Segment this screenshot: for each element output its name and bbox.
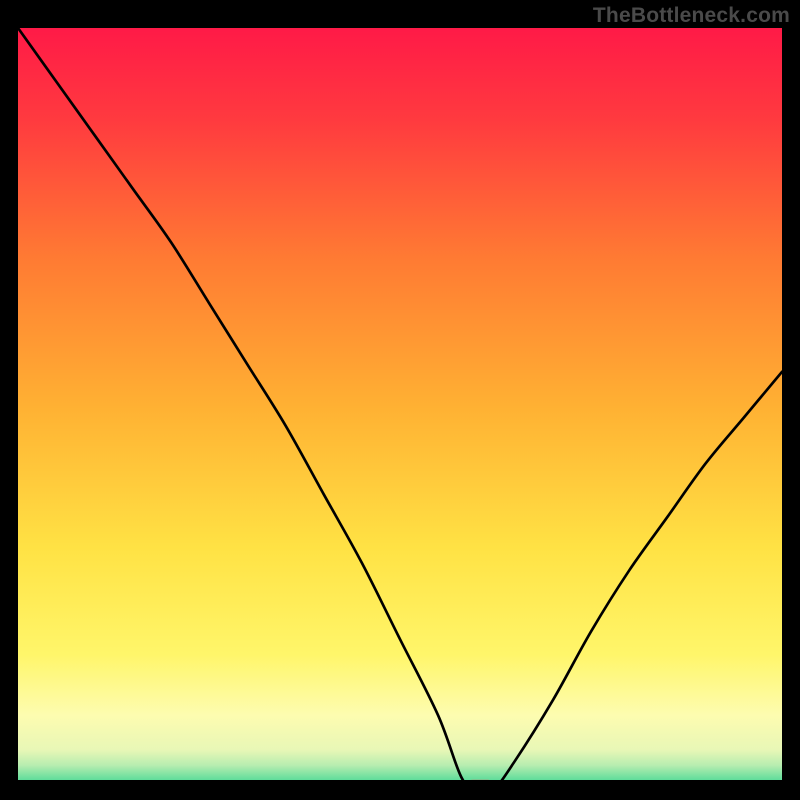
chart-svg — [18, 28, 782, 780]
chart-frame: TheBottleneck.com — [0, 0, 800, 800]
bottleneck-curve — [18, 28, 782, 780]
plot-area — [18, 28, 782, 780]
watermark-text: TheBottleneck.com — [593, 4, 790, 28]
